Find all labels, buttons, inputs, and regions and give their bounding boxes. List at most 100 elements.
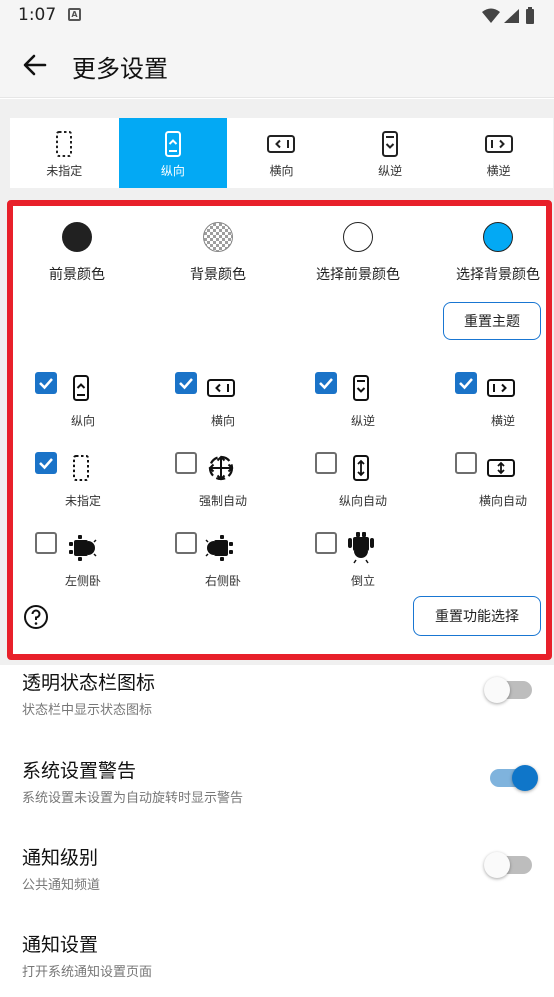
tab-label: 横向 bbox=[269, 164, 294, 178]
setting-transparent-status-icons[interactable]: 透明状态栏图标 状态栏中显示状态图标 bbox=[22, 668, 532, 718]
status-bar: 1:07 A bbox=[0, 0, 554, 32]
feature-reverse-portrait[interactable]: 纵逆 bbox=[315, 372, 445, 442]
setting-title: 系统设置警告 bbox=[22, 760, 137, 782]
color-label: 前景颜色 bbox=[49, 267, 105, 283]
phone-vertical-auto-icon bbox=[345, 452, 377, 484]
feature-label: 横向自动 bbox=[478, 494, 527, 508]
feature-portrait[interactable]: 纵向 bbox=[35, 372, 165, 442]
reset-theme-button[interactable]: 重置主题 bbox=[443, 302, 541, 340]
signal-icon bbox=[504, 9, 519, 23]
phone-reverse-landscape-icon bbox=[484, 130, 514, 158]
tab-label: 横逆 bbox=[486, 164, 511, 178]
feature-label: 强制自动 bbox=[198, 494, 247, 508]
setting-subtitle: 状态栏中显示状态图标 bbox=[22, 703, 153, 718]
setting-subtitle: 系统设置未设置为自动旋转时显示警告 bbox=[22, 791, 244, 806]
back-button[interactable] bbox=[20, 50, 50, 80]
checkbox-checked[interactable] bbox=[35, 452, 57, 474]
tab-reverse-portrait[interactable]: 纵逆 bbox=[336, 118, 445, 188]
checkbox-checked[interactable] bbox=[315, 372, 337, 394]
selected-foreground-color-picker[interactable]: 选择前景颜色 bbox=[288, 222, 428, 284]
feature-portrait-auto[interactable]: 纵向自动 bbox=[315, 452, 445, 522]
system-warning-toggle[interactable] bbox=[490, 765, 538, 791]
checkbox-unchecked[interactable] bbox=[315, 452, 337, 474]
feature-label: 未指定 bbox=[64, 494, 101, 508]
setting-notification-settings[interactable]: 通知设置 打开系统通知设置页面 bbox=[22, 930, 532, 980]
check-icon bbox=[319, 378, 333, 390]
transparent-status-toggle[interactable] bbox=[484, 677, 532, 703]
android-upside-down-icon bbox=[345, 532, 377, 564]
phone-portrait-icon bbox=[158, 130, 188, 158]
checkbox-unchecked[interactable] bbox=[175, 532, 197, 554]
tab-landscape[interactable]: 横向 bbox=[227, 118, 336, 188]
tab-label: 纵向 bbox=[160, 164, 185, 178]
feature-label: 纵逆 bbox=[350, 414, 375, 428]
feature-label: 右侧卧 bbox=[204, 574, 241, 588]
check-icon bbox=[459, 378, 473, 390]
feature-landscape[interactable]: 横向 bbox=[175, 372, 305, 442]
arrow-back-icon bbox=[23, 54, 47, 76]
phone-dotted-icon bbox=[49, 130, 79, 158]
feature-lie-right[interactable]: 右侧卧 bbox=[175, 532, 305, 602]
phone-landscape-icon bbox=[205, 372, 237, 404]
highlight-panel: 前景颜色 背景颜色 选择前景颜色 选择背景颜色 重置主题 纵向 横向 纵逆 横逆… bbox=[7, 200, 552, 660]
phone-reverse-portrait-icon bbox=[345, 372, 377, 404]
background-color-picker[interactable]: 背景颜色 bbox=[148, 222, 288, 284]
page-title: 更多设置 bbox=[72, 55, 168, 83]
feature-force-auto[interactable]: 强制自动 bbox=[175, 452, 305, 522]
phone-landscape-icon bbox=[266, 130, 296, 158]
status-time: 1:07 bbox=[18, 5, 57, 25]
background-color-swatch-transparent bbox=[203, 222, 233, 252]
toggle-knob bbox=[484, 677, 510, 703]
notification-level-toggle[interactable] bbox=[484, 852, 532, 878]
checkbox-checked[interactable] bbox=[175, 372, 197, 394]
tab-unspecified[interactable]: 未指定 bbox=[10, 118, 119, 188]
checkbox-checked[interactable] bbox=[455, 372, 477, 394]
tab-reverse-landscape[interactable]: 横逆 bbox=[444, 118, 553, 188]
checkbox-unchecked[interactable] bbox=[455, 452, 477, 474]
feature-label: 倒立 bbox=[350, 574, 375, 588]
phone-reverse-portrait-icon bbox=[375, 130, 405, 158]
checkbox-unchecked[interactable] bbox=[315, 532, 337, 554]
checkbox-unchecked[interactable] bbox=[35, 532, 57, 554]
check-icon bbox=[39, 458, 53, 470]
feature-landscape-auto[interactable]: 横向自动 bbox=[455, 452, 554, 522]
checkbox-checked[interactable] bbox=[35, 372, 57, 394]
battery-icon bbox=[526, 7, 534, 24]
phone-portrait-icon bbox=[65, 372, 97, 404]
tab-portrait[interactable]: 纵向 bbox=[118, 118, 228, 188]
setting-title: 通知设置 bbox=[22, 934, 99, 956]
feature-reverse-landscape[interactable]: 横逆 bbox=[455, 372, 554, 442]
feature-upside-down[interactable]: 倒立 bbox=[315, 532, 445, 602]
tab-label: 未指定 bbox=[46, 164, 83, 178]
selected-background-color-swatch bbox=[483, 222, 513, 252]
phone-reverse-landscape-icon bbox=[485, 372, 517, 404]
android-left-icon bbox=[65, 532, 97, 564]
feature-unspecified[interactable]: 未指定 bbox=[35, 452, 165, 522]
checkbox-unchecked[interactable] bbox=[175, 452, 197, 474]
setting-system-warning[interactable]: 系统设置警告 系统设置未设置为自动旋转时显示警告 bbox=[22, 756, 532, 806]
setting-notification-level[interactable]: 通知级别 公共通知频道 bbox=[22, 843, 532, 893]
help-icon[interactable] bbox=[23, 604, 49, 630]
foreground-color-swatch bbox=[62, 222, 92, 252]
phone-dotted-icon bbox=[65, 452, 97, 484]
feature-label: 左侧卧 bbox=[64, 574, 101, 588]
color-label: 选择前景颜色 bbox=[316, 267, 400, 283]
phone-horizontal-auto-icon bbox=[485, 452, 517, 484]
feature-label: 横向 bbox=[210, 414, 235, 428]
rotate-arrows-icon bbox=[205, 452, 237, 484]
reset-features-button[interactable]: 重置功能选择 bbox=[413, 596, 541, 636]
foreground-color-picker[interactable]: 前景颜色 bbox=[7, 222, 147, 284]
check-icon bbox=[39, 378, 53, 390]
feature-label: 横逆 bbox=[490, 414, 515, 428]
status-icons bbox=[480, 6, 540, 30]
selected-background-color-picker[interactable]: 选择背景颜色 bbox=[428, 222, 554, 284]
feature-lie-left[interactable]: 左侧卧 bbox=[35, 532, 165, 602]
app-bar: 更多设置 bbox=[0, 32, 554, 98]
feature-label: 纵向自动 bbox=[338, 494, 387, 508]
setting-title: 通知级别 bbox=[22, 847, 99, 869]
wifi-icon bbox=[482, 8, 500, 23]
notification-a-icon: A bbox=[68, 8, 81, 21]
android-right-icon bbox=[205, 532, 237, 564]
setting-title: 透明状态栏图标 bbox=[22, 672, 156, 694]
orientation-tabs: 未指定 纵向 横向 纵逆 横逆 bbox=[10, 118, 553, 188]
